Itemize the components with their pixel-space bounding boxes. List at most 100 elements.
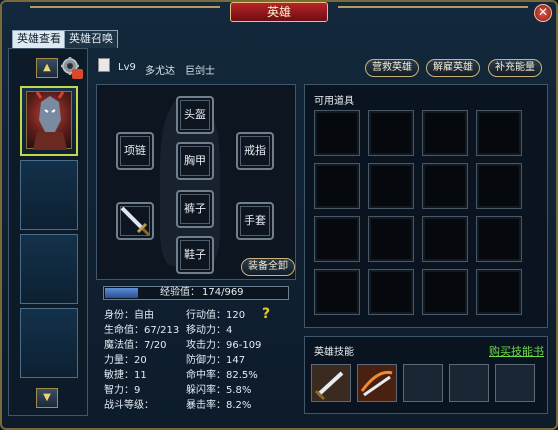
equip-slot-pants[interactable]: 裤子 [176,190,214,228]
stat-right-2: 攻击力：96-109 [186,336,261,351]
inventory-slot[interactable] [368,216,414,262]
stat-value: 147 [226,355,246,366]
tab-hero-summon[interactable]: 英雄召唤 [64,30,118,48]
equip-slot-gloves[interactable]: 手套 [236,202,274,240]
inventory-slot[interactable] [476,269,522,315]
stat-label: 身份： [104,310,134,321]
stat-value: 96-109 [226,340,262,351]
tab-hero-view[interactable]: 英雄查看 [12,30,66,48]
hero-slot-1[interactable] [20,86,78,156]
stat-value: 11 [134,370,147,381]
inventory-slot[interactable] [314,110,360,156]
scroll-down-button[interactable]: ▼ [36,388,58,408]
skill-slot-1[interactable] [311,364,351,402]
inventory-slot[interactable] [422,216,468,262]
stat-right-1: 移动力：4 [186,321,232,336]
stat-label: 战斗等级： [104,400,154,411]
stat-label: 生命值： [104,325,144,336]
sword-icon [358,365,396,401]
inventory-slot[interactable] [314,216,360,262]
down-arrow-icon: ▼ [43,392,51,403]
hero-level: Lv9 [118,62,136,73]
scroll-up-button[interactable]: ▲ [36,58,58,78]
stat-label: 暴击率： [186,400,226,411]
hero-slot-2[interactable] [20,160,78,230]
inventory-slot[interactable] [368,269,414,315]
equip-slot-ring[interactable]: 戒指 [236,132,274,170]
hero-class: 巨剑士 [185,66,215,77]
experience-fill [105,288,138,298]
stat-value: 82.5% [226,370,258,381]
stat-value: 9 [134,385,141,396]
hero-slot-3[interactable] [20,234,78,304]
stat-label: 命中率： [186,370,226,381]
sword-icon [120,206,151,237]
stat-value: 20 [134,355,147,366]
stat-value: 120 [226,310,246,321]
inventory-slot[interactable] [314,269,360,315]
stat-left-2: 魔法值：7/20 [104,336,166,351]
hero-slot-4[interactable] [20,308,78,378]
recharge-energy-button[interactable]: 补充能量 [488,59,542,77]
rescue-hero-button[interactable]: 营救英雄 [365,59,419,77]
stat-label: 魔法值： [104,340,144,351]
equip-slot-helmet[interactable]: 头盔 [176,96,214,134]
skill-slot-4[interactable] [449,364,489,402]
stat-left-1: 生命值：67/213 [104,321,179,336]
inventory-slot[interactable] [422,110,468,156]
equip-slot-armor[interactable]: 胸甲 [176,142,214,180]
stat-value: 7/20 [144,340,167,351]
stat-label: 躲闪率： [186,385,226,396]
inventory-slot[interactable] [314,163,360,209]
title-ornament-right [338,6,528,8]
sword-icon [312,365,350,401]
stat-right-0: 行动值：120 [186,306,245,321]
inventory-slot[interactable] [476,163,522,209]
stat-label: 智力： [104,385,134,396]
skills-title: 英雄技能 [314,347,354,358]
stat-label: 攻击力： [186,340,226,351]
help-icon[interactable]: ? [262,306,270,322]
stat-left-5: 智力：9 [104,381,140,396]
stat-left-6: 战斗等级： [104,396,154,411]
stat-right-4: 命中率：82.5% [186,366,258,381]
stat-value: 4 [226,325,233,336]
experience-label: 经验值： [160,287,200,298]
experience-value: 174/969 [202,287,244,298]
stat-right-6: 暴击率：8.2% [186,396,251,411]
inventory-slot[interactable] [422,163,468,209]
gear-icon[interactable] [60,56,84,80]
up-arrow-icon: ▲ [43,62,51,73]
document-icon [98,58,110,72]
close-button[interactable]: ✕ [534,4,552,22]
stat-left-3: 力量：20 [104,351,147,366]
skill-slot-2[interactable] [357,364,397,402]
stat-label: 防御力： [186,355,226,366]
inventory-slot[interactable] [476,216,522,262]
experience-bar: 经验值： 174/969 [103,286,289,300]
unequip-all-button[interactable]: 装备全卸 [241,258,295,276]
equip-slot-necklace[interactable]: 项链 [116,132,154,170]
hero-name: 多尤达 [145,66,175,77]
inventory-slot[interactable] [476,110,522,156]
stat-value: 自由 [134,310,154,321]
equip-slot-shoes[interactable]: 鞋子 [176,236,214,274]
inventory-slot[interactable] [422,269,468,315]
stat-label: 移动力： [186,325,226,336]
inventory-slot[interactable] [368,163,414,209]
stat-left-0: 身份：自由 [104,306,154,321]
hero-portrait [26,91,72,150]
stat-value: 5.8% [226,385,252,396]
stat-value: 67/213 [144,325,180,336]
stat-right-5: 躲闪率：5.8% [186,381,251,396]
skill-slot-3[interactable] [403,364,443,402]
equip-slot-weapon[interactable] [116,202,154,240]
stat-label: 力量： [104,355,134,366]
skill-slot-5[interactable] [495,364,535,402]
close-icon: ✕ [537,5,549,19]
stat-value: 8.2% [226,400,252,411]
buy-skill-book-link[interactable]: 购买技能书 [489,343,544,359]
stat-label: 敏捷： [104,370,134,381]
dismiss-hero-button[interactable]: 解雇英雄 [426,59,480,77]
inventory-slot[interactable] [368,110,414,156]
